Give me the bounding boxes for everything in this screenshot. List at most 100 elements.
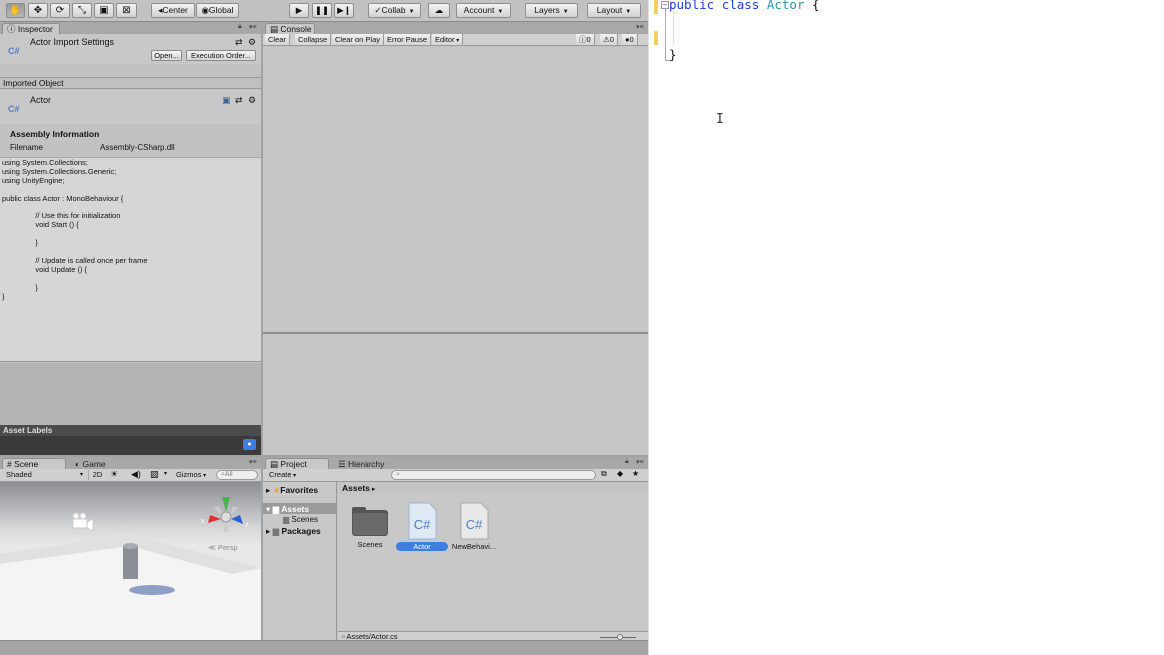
scene-gizmo[interactable]: x z	[201, 497, 249, 532]
gear-icon[interactable]: ⚙	[248, 95, 256, 106]
persp-icon: ≪	[208, 543, 218, 552]
console-error-filter[interactable]: ●0	[622, 34, 638, 45]
open-button[interactable]: Open...	[151, 50, 182, 61]
space-global-toggle[interactable]: ◉Global	[196, 3, 239, 18]
csharp-script-icon: C#	[8, 104, 20, 114]
class-name: Actor	[766, 0, 805, 12]
asset-labels-header: Asset Labels	[0, 425, 261, 436]
execution-order-button[interactable]: Execution Order...	[186, 50, 256, 61]
tab-game-label: Game	[82, 459, 106, 469]
pause-button[interactable]: ❚❚	[312, 3, 332, 18]
lock-icon[interactable]: 🔒︎	[238, 23, 242, 31]
console-error-pause-button[interactable]: Error Pause	[384, 34, 432, 45]
console-collapse-button[interactable]: Collapse	[295, 34, 332, 45]
chevron-down-icon: ▼	[408, 9, 415, 15]
rotate-icon: ⟳	[55, 5, 65, 16]
hand-tool-button[interactable]: ✋	[6, 3, 25, 18]
assembly-information: Assembly Information Filename Assembly-C…	[0, 124, 261, 157]
tab-inspector[interactable]: ⓘ Inspector	[2, 23, 60, 34]
pivot-center-toggle[interactable]: ◂Center	[151, 3, 195, 18]
panel-menu-icon[interactable]: ▾≡	[249, 458, 257, 466]
inspector-panel: C# Actor Import Settings ⇄ ⚙ Open... Exe…	[0, 34, 261, 454]
breadcrumb[interactable]: Assets ▸	[338, 482, 648, 494]
tab-game[interactable]: ◐ Game	[70, 458, 128, 469]
scene-viewport[interactable]: x z ≪ Persp	[0, 482, 261, 640]
info-icon: ⓘ	[7, 24, 18, 34]
capsule-object[interactable]	[123, 546, 138, 579]
move-tool-button[interactable]: ✥	[28, 3, 48, 18]
create-label: Create	[269, 470, 292, 479]
script-asset-icon[interactable]: ▣	[222, 95, 231, 106]
gizmos-dropdown[interactable]: Gizmos ▾	[176, 470, 213, 480]
tree-scenes-label: Scenes	[291, 515, 319, 524]
account-dropdown[interactable]: Account ▼	[456, 3, 511, 18]
step-button[interactable]: ▶❙	[334, 3, 354, 18]
2d-toggle[interactable]: 2D	[88, 470, 106, 480]
rect-tool-button[interactable]: ▣	[94, 3, 114, 18]
persp-label[interactable]: ≪ Persp	[208, 543, 238, 552]
info-count: 0	[586, 35, 591, 44]
shading-mode-label: Shaded	[6, 470, 32, 479]
asset-item-selected[interactable]: C# Actor	[396, 502, 448, 551]
gizmos-label: Gizmos	[176, 470, 202, 479]
collapse-toggle-icon[interactable]: −	[661, 1, 669, 9]
tab-scene[interactable]: # Scene	[2, 458, 66, 469]
console-info-filter[interactable]: ⓘ0	[576, 34, 595, 45]
tab-project[interactable]: ▤ Project	[265, 458, 329, 469]
collab-dropdown[interactable]: ✓Collab ▼	[368, 3, 421, 18]
filter-type-icon[interactable]: ⧉	[601, 469, 607, 479]
imported-object-label: Imported Object	[3, 78, 64, 88]
panel-menu-icon[interactable]: ▾≡	[636, 458, 644, 466]
collab-label: Collab	[381, 5, 406, 15]
project-search-input[interactable]: ⌕	[391, 470, 596, 480]
tree-scenes[interactable]: ▆ Scenes	[283, 515, 318, 524]
panel-menu-icon[interactable]: ▾≡	[249, 23, 257, 31]
tree-packages[interactable]: ▸ ▆ Packages	[266, 526, 321, 537]
chevron-down-icon[interactable]: ▾	[164, 470, 167, 477]
lighting-icon[interactable]: ☀	[110, 469, 118, 480]
console-toolbar: Clear Collapse Clear on Play Error Pause…	[263, 34, 648, 46]
tree-assets[interactable]: ▾ ▆ Assets	[266, 504, 309, 515]
filter-label-icon[interactable]: ◆	[617, 469, 623, 478]
console-clear-button[interactable]: Clear	[265, 34, 290, 45]
layout-dropdown[interactable]: Layout ▼	[587, 3, 641, 18]
layers-dropdown[interactable]: Layers ▼	[525, 3, 578, 18]
rotate-tool-button[interactable]: ⟳	[50, 3, 70, 18]
console-log-list[interactable]	[263, 47, 648, 332]
gear-icon[interactable]: ⚙	[248, 37, 256, 48]
audio-icon[interactable]: ◀)	[131, 469, 141, 480]
panel-menu-icon[interactable]: ▾≡	[636, 23, 644, 31]
rect-icon: ▣	[99, 5, 109, 16]
fold-line	[665, 9, 666, 61]
play-button[interactable]: ▶	[289, 3, 309, 18]
asset-name: Actor	[396, 542, 448, 551]
cloud-button[interactable]: ☁	[428, 3, 450, 18]
tab-console[interactable]: ▤ Console	[265, 23, 315, 34]
preset-icon[interactable]: ⇄	[235, 95, 243, 106]
console-clear-on-play-button[interactable]: Clear on Play	[332, 34, 385, 45]
console-detail-area[interactable]	[263, 334, 648, 455]
imported-object-row: C# Actor ▣ ⇄ ⚙	[0, 90, 261, 124]
shading-mode-dropdown[interactable]: Shaded ▾	[2, 470, 85, 480]
tree-favorites[interactable]: ▸ ★Favorites	[266, 485, 318, 496]
effects-icon[interactable]: ▨	[150, 469, 159, 480]
preset-icon[interactable]: ⇄	[235, 37, 243, 48]
create-dropdown[interactable]: Create ▾	[266, 470, 303, 480]
tab-console-label: Console	[280, 24, 312, 34]
scene-search-input[interactable]: ⌕All	[216, 470, 258, 480]
console-editor-dropdown[interactable]: Editor ▾	[432, 34, 464, 45]
tab-hierarchy[interactable]: ☰ Hierarchy	[333, 458, 397, 469]
persp-text: Persp	[218, 543, 238, 552]
code-editor[interactable]: − public class Actor { } I	[648, 0, 1164, 655]
star-icon[interactable]: ★	[632, 469, 639, 478]
lock-icon[interactable]: 🔒︎	[625, 458, 629, 466]
scale-tool-button[interactable]: ⤡	[72, 3, 92, 18]
csharp-script-icon: C#	[460, 502, 489, 540]
console-warning-filter[interactable]: ⚠0	[600, 34, 618, 45]
asset-item[interactable]: Scenes	[350, 502, 390, 549]
tag-icon[interactable]: ●	[243, 439, 256, 450]
camera-icon[interactable]	[72, 512, 94, 532]
transform-icon: ⊠	[122, 5, 131, 16]
asset-item[interactable]: C# NewBehavi...	[450, 502, 498, 551]
transform-tool-button[interactable]: ⊠	[116, 3, 137, 18]
